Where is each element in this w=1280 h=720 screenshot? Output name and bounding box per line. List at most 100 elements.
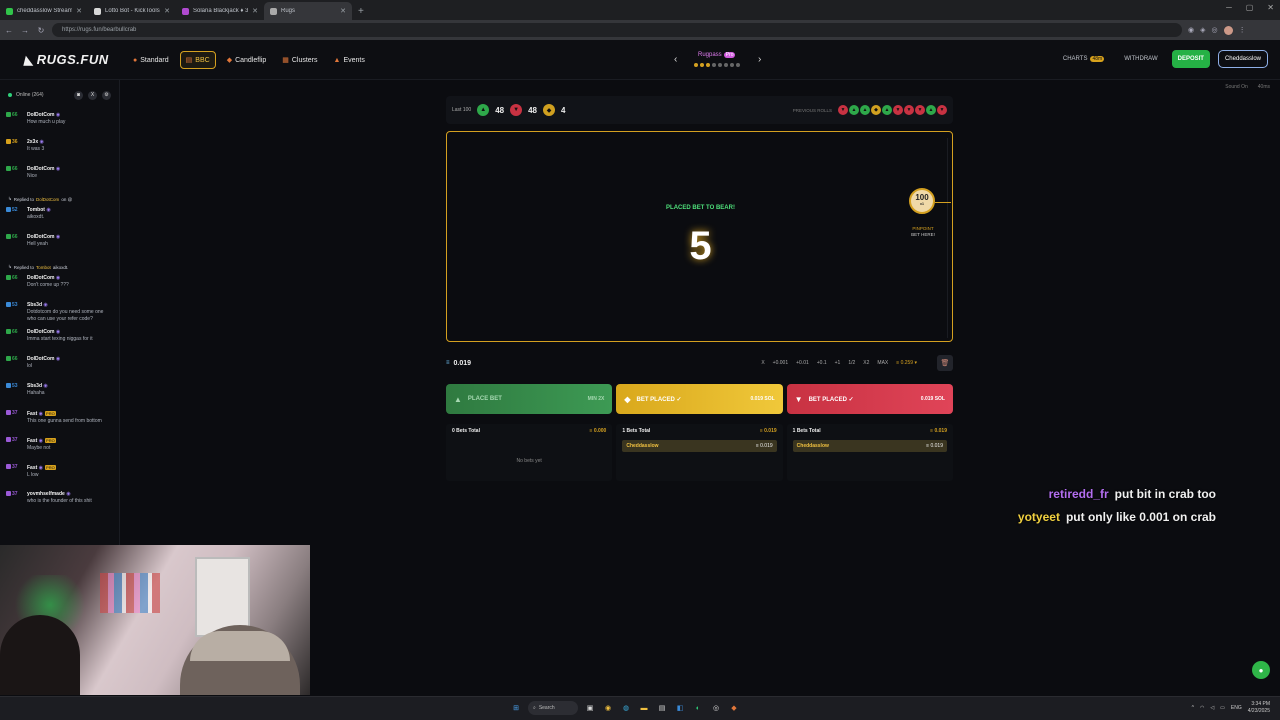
chat-username[interactable]: DolDotCom bbox=[27, 356, 55, 362]
user-level: 37 bbox=[6, 464, 24, 487]
windows-start-icon[interactable]: ⊞ bbox=[510, 702, 522, 714]
wallet-balance[interactable]: ≡ 0.259 ▾ bbox=[896, 360, 917, 366]
browser-tab-rugs[interactable]: Rugs ✕ bbox=[264, 2, 352, 20]
vscode-icon[interactable]: ◧ bbox=[674, 702, 686, 714]
carousel-dot[interactable] bbox=[706, 63, 710, 67]
chat-username[interactable]: DolDotCom bbox=[27, 112, 55, 118]
chrome-icon[interactable]: ◉ bbox=[602, 702, 614, 714]
tab-close-icon[interactable]: ✕ bbox=[76, 7, 82, 15]
obs-icon[interactable]: ◎ bbox=[710, 702, 722, 714]
language-indicator[interactable]: ENG bbox=[1231, 705, 1242, 711]
bet-amount-input[interactable]: ≡ 0.019 bbox=[446, 360, 471, 367]
profile-avatar[interactable] bbox=[1223, 25, 1233, 35]
chat-username[interactable]: DolDotCom bbox=[27, 275, 55, 281]
quick-max-button[interactable]: MAX bbox=[877, 360, 888, 366]
carousel-dot[interactable] bbox=[724, 63, 728, 67]
support-chat-icon[interactable]: ● bbox=[1252, 661, 1270, 679]
chat-username[interactable]: Tombot bbox=[27, 207, 45, 213]
taskbar-search[interactable]: ⌕ Search bbox=[528, 701, 578, 715]
chat-username[interactable]: Fast bbox=[27, 465, 37, 471]
tab-close-icon[interactable]: ✕ bbox=[252, 7, 258, 15]
quick-add-01-button[interactable]: +0.1 bbox=[817, 360, 827, 366]
back-icon[interactable]: ← bbox=[4, 26, 14, 35]
user-button[interactable]: Cheddasslow bbox=[1217, 50, 1268, 68]
quick-double-button[interactable]: X2 bbox=[863, 360, 869, 366]
next-arrow-icon[interactable]: › bbox=[758, 54, 761, 65]
notepad-icon[interactable]: ▤ bbox=[656, 702, 668, 714]
task-view-icon[interactable]: ▣ bbox=[584, 702, 596, 714]
quick-add-0001-button[interactable]: +0.001 bbox=[773, 360, 788, 366]
sound-toggle[interactable]: Sound On bbox=[1225, 84, 1248, 90]
wifi-icon[interactable]: ◠ bbox=[1200, 705, 1204, 711]
extension-icon[interactable]: ◉ bbox=[1188, 26, 1194, 35]
carousel-dot[interactable] bbox=[700, 63, 704, 67]
chat-username[interactable]: 2x3x bbox=[27, 139, 38, 145]
trash-icon[interactable]: 🗑 bbox=[937, 355, 953, 371]
chat-username[interactable]: Fast bbox=[27, 438, 37, 444]
prev-arrow-icon[interactable]: ‹ bbox=[674, 54, 677, 65]
reply-target[interactable]: Tombot bbox=[36, 265, 51, 270]
extension-icon[interactable]: ◎ bbox=[1212, 26, 1218, 35]
chat-username[interactable]: DolDotCom bbox=[27, 329, 55, 335]
deposit-button[interactable]: DEPOSIT bbox=[1171, 50, 1210, 68]
carousel-dot[interactable] bbox=[712, 63, 716, 67]
reply-target[interactable]: DolDotCom bbox=[36, 197, 59, 202]
charts-button[interactable]: CHARTS 48m bbox=[1057, 50, 1110, 68]
carousel-dot[interactable] bbox=[730, 63, 734, 67]
carousel-dot[interactable] bbox=[736, 63, 740, 67]
carousel-dot[interactable] bbox=[718, 63, 722, 67]
file-explorer-icon[interactable]: ▬ bbox=[638, 702, 650, 714]
chat-text: lol bbox=[27, 363, 33, 369]
battery-icon[interactable]: ▭ bbox=[1220, 705, 1225, 711]
withdraw-button[interactable]: WITHDRAW bbox=[1118, 50, 1163, 68]
chat-username[interactable]: Sbs3d bbox=[27, 302, 42, 308]
chat-username[interactable]: DolDotCom bbox=[27, 234, 55, 240]
tab-close-icon[interactable]: ✕ bbox=[164, 7, 170, 15]
quick-add-1-button[interactable]: +1 bbox=[835, 360, 841, 366]
message-content: Sbs3d ◉ Hahaha bbox=[27, 383, 48, 406]
nav-bbc[interactable]: ▤ BBC bbox=[179, 51, 216, 69]
menu-icon[interactable]: ⋮ bbox=[1239, 26, 1246, 35]
bet-entry[interactable]: Cheddasslow ≡ 0.019 bbox=[792, 440, 947, 452]
featured-game-title[interactable]: Rugpass Pro bbox=[698, 52, 736, 58]
reload-icon[interactable]: ↻ bbox=[36, 26, 46, 35]
nav-standard[interactable]: ● Standard bbox=[128, 51, 174, 69]
chat-username[interactable]: Fast bbox=[27, 411, 37, 417]
x-icon[interactable]: X bbox=[88, 90, 97, 100]
edge-icon[interactable]: ◍ bbox=[620, 702, 632, 714]
browser-tab-kick[interactable]: cheddasslow Stream - Watch Liv ✕ bbox=[0, 2, 88, 20]
carousel-dot[interactable] bbox=[694, 63, 698, 67]
spotify-icon[interactable]: ◐ bbox=[692, 702, 704, 714]
chat-username[interactable]: Sbs3d bbox=[27, 383, 42, 389]
clock[interactable]: 3:34 PM 4/23/2025 bbox=[1248, 701, 1270, 715]
maximize-icon[interactable]: ▢ bbox=[1246, 3, 1254, 12]
forward-icon[interactable]: → bbox=[20, 26, 30, 35]
nav-events[interactable]: ▲ Events bbox=[329, 51, 370, 69]
browser-tab-kicktools[interactable]: Lotto Bot - KickTools ✕ bbox=[88, 2, 176, 20]
nav-clusters[interactable]: ▦ Clusters bbox=[277, 51, 322, 69]
quick-half-button[interactable]: 1/2 bbox=[848, 360, 855, 366]
bet-placed-crab-button[interactable]: ◆ BET PLACED ✓ 0.019 SOL bbox=[616, 384, 783, 414]
hat bbox=[190, 631, 290, 661]
extension-icon[interactable]: ◈ bbox=[1200, 26, 1205, 35]
discord-icon[interactable]: ◙ bbox=[74, 90, 83, 100]
tab-close-icon[interactable]: ✕ bbox=[340, 7, 346, 15]
quick-clear-button[interactable]: X bbox=[761, 360, 764, 366]
browser-tab-blackjack[interactable]: Solana Blackjack ♦ 3:2 SOL Payou ✕ bbox=[176, 2, 264, 20]
url-field[interactable]: https://rugs.fun/bearbullcrab bbox=[52, 23, 1182, 37]
place-bet-bull-button[interactable]: ▲ PLACE BET MIN 2X bbox=[446, 384, 613, 414]
new-tab-button[interactable]: + bbox=[352, 2, 370, 20]
settings-icon[interactable]: ⚙ bbox=[102, 90, 111, 100]
nav-candleflip[interactable]: ◆ Candleflip bbox=[222, 51, 272, 69]
minimize-icon[interactable]: ─ bbox=[1226, 3, 1232, 12]
bet-entry[interactable]: Cheddasslow ≡ 0.019 bbox=[622, 440, 777, 452]
bet-placed-bear-button[interactable]: ▼ BET PLACED ✓ 0.019 SOL bbox=[786, 384, 953, 414]
volume-icon[interactable]: ◁ bbox=[1210, 705, 1214, 711]
quick-add-001-button[interactable]: +0.01 bbox=[796, 360, 809, 366]
site-logo[interactable]: ◣ RUGS.FUN bbox=[24, 52, 109, 67]
chat-username[interactable]: DolDotCom bbox=[27, 166, 55, 172]
chat-username[interactable]: yovmhselfmade bbox=[27, 491, 65, 497]
close-window-icon[interactable]: ✕ bbox=[1267, 3, 1274, 12]
app-icon[interactable]: ◆ bbox=[728, 702, 740, 714]
tray-chevron-icon[interactable]: ^ bbox=[1192, 705, 1194, 711]
